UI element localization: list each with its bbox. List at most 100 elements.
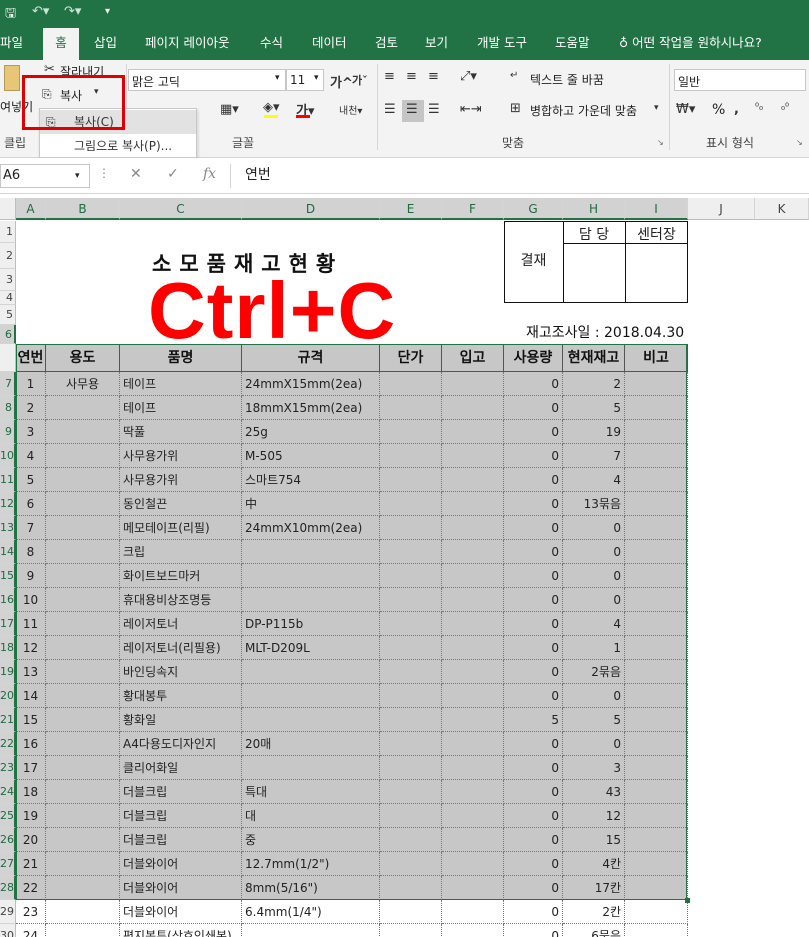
row-header[interactable]: 26 — [0, 828, 16, 852]
table-header-cell[interactable]: 입고 — [442, 344, 504, 372]
tab-home[interactable]: 홈 — [43, 28, 79, 60]
row-header[interactable]: 2 — [0, 243, 16, 269]
table-cell[interactable] — [442, 468, 504, 492]
table-cell[interactable] — [380, 492, 442, 516]
table-cell[interactable] — [625, 828, 688, 852]
row-header[interactable]: 22 — [0, 732, 16, 756]
tab-view[interactable]: 보기 — [425, 26, 448, 60]
table-cell[interactable]: 0 — [504, 876, 563, 900]
table-cell[interactable] — [242, 924, 380, 937]
table-cell[interactable] — [46, 468, 120, 492]
percent-button[interactable]: % — [712, 102, 725, 118]
table-cell[interactable] — [380, 708, 442, 732]
row-header[interactable]: 25 — [0, 804, 16, 828]
table-cell[interactable] — [380, 564, 442, 588]
table-cell[interactable] — [46, 852, 120, 876]
table-cell[interactable] — [625, 564, 688, 588]
table-cell[interactable]: 16 — [16, 732, 46, 756]
border-icon[interactable]: ▦▾ — [220, 102, 239, 117]
table-cell[interactable] — [380, 828, 442, 852]
table-cell[interactable]: 9 — [16, 564, 46, 588]
table-cell[interactable]: 더블크립 — [120, 780, 242, 804]
table-header-cell[interactable]: 규격 — [242, 344, 380, 372]
row-header[interactable]: 5 — [0, 305, 16, 325]
row-header[interactable]: 24 — [0, 780, 16, 804]
table-cell[interactable] — [625, 756, 688, 780]
table-cell[interactable]: 레이저토너 — [120, 612, 242, 636]
table-cell[interactable]: 0 — [504, 444, 563, 468]
table-cell[interactable]: 0 — [504, 588, 563, 612]
table-cell[interactable] — [242, 708, 380, 732]
table-cell[interactable]: 편지봉투(상호인쇄본) — [120, 924, 242, 937]
table-cell[interactable]: 바인딩속지 — [120, 660, 242, 684]
row-header[interactable]: 1 — [0, 221, 16, 243]
table-cell[interactable]: 사무용가위 — [120, 468, 242, 492]
column-header-d[interactable]: D — [242, 198, 380, 220]
tab-developer[interactable]: 개발 도구 — [477, 26, 527, 60]
merge-center-button[interactable]: 병합하고 가운데 맞춤 — [530, 102, 637, 119]
table-cell[interactable] — [46, 900, 120, 924]
table-cell[interactable]: 2 — [563, 372, 625, 396]
currency-icon[interactable]: ₩▾ — [676, 102, 695, 117]
table-cell[interactable] — [380, 372, 442, 396]
row-header[interactable]: 13 — [0, 516, 16, 540]
table-cell[interactable] — [380, 780, 442, 804]
table-cell[interactable]: 7 — [563, 444, 625, 468]
table-cell[interactable]: 6 — [16, 492, 46, 516]
table-cell[interactable] — [380, 540, 442, 564]
table-cell[interactable] — [625, 684, 688, 708]
table-cell[interactable]: 더블크립 — [120, 828, 242, 852]
table-cell[interactable]: 특대 — [242, 780, 380, 804]
table-cell[interactable]: 크립 — [120, 540, 242, 564]
indent-icon[interactable]: ⇤⇥ — [460, 102, 482, 117]
font-size-select[interactable]: 11 ▾ — [286, 69, 324, 91]
row-header[interactable]: 7 — [0, 372, 16, 396]
column-header-g[interactable]: G — [504, 198, 563, 220]
align-left-icon[interactable]: ☰ — [384, 102, 396, 117]
table-cell[interactable]: 2 — [16, 396, 46, 420]
table-cell[interactable] — [46, 780, 120, 804]
column-header-b[interactable]: B — [46, 198, 120, 220]
row-header[interactable]: 18 — [0, 636, 16, 660]
table-cell[interactable] — [46, 660, 120, 684]
fill-handle[interactable] — [685, 898, 690, 903]
table-cell[interactable]: 0 — [504, 684, 563, 708]
table-cell[interactable] — [46, 756, 120, 780]
table-cell[interactable]: 13 — [16, 660, 46, 684]
row-header[interactable]: 14 — [0, 540, 16, 564]
table-header-cell[interactable]: 연번 — [16, 344, 46, 372]
table-cell[interactable] — [46, 876, 120, 900]
table-cell[interactable] — [46, 588, 120, 612]
align-top-icon[interactable]: ≡ — [384, 69, 395, 84]
table-header-cell[interactable]: 현재재고 — [563, 344, 625, 372]
table-cell[interactable] — [625, 660, 688, 684]
table-cell[interactable]: 21 — [16, 852, 46, 876]
table-header-cell[interactable]: 품명 — [120, 344, 242, 372]
table-cell[interactable] — [442, 852, 504, 876]
table-cell[interactable] — [625, 588, 688, 612]
table-cell[interactable]: 메모테이프(리필) — [120, 516, 242, 540]
grow-font-icon[interactable]: 가^ — [330, 72, 353, 91]
table-cell[interactable]: 1 — [563, 636, 625, 660]
row-header[interactable]: 28 — [0, 876, 16, 900]
table-cell[interactable]: 0 — [504, 492, 563, 516]
row-header[interactable]: 10 — [0, 444, 16, 468]
table-cell[interactable]: 20매 — [242, 732, 380, 756]
table-cell[interactable] — [625, 876, 688, 900]
table-cell[interactable] — [442, 780, 504, 804]
merge-icon[interactable]: ⊞ — [510, 101, 521, 116]
table-cell[interactable] — [442, 444, 504, 468]
table-cell[interactable]: 19 — [16, 804, 46, 828]
table-cell[interactable]: 6묶음 — [563, 924, 625, 937]
table-cell[interactable] — [380, 516, 442, 540]
row-header[interactable]: 17 — [0, 612, 16, 636]
row-header[interactable]: 15 — [0, 564, 16, 588]
table-cell[interactable]: 8mm(5/16") — [242, 876, 380, 900]
row-header[interactable]: 29 — [0, 900, 16, 924]
table-cell[interactable]: 0 — [504, 468, 563, 492]
table-cell[interactable] — [380, 444, 442, 468]
chevron-down-icon[interactable]: ▾ — [654, 103, 659, 113]
table-cell[interactable] — [442, 660, 504, 684]
table-cell[interactable] — [46, 396, 120, 420]
table-cell[interactable]: 0 — [504, 900, 563, 924]
